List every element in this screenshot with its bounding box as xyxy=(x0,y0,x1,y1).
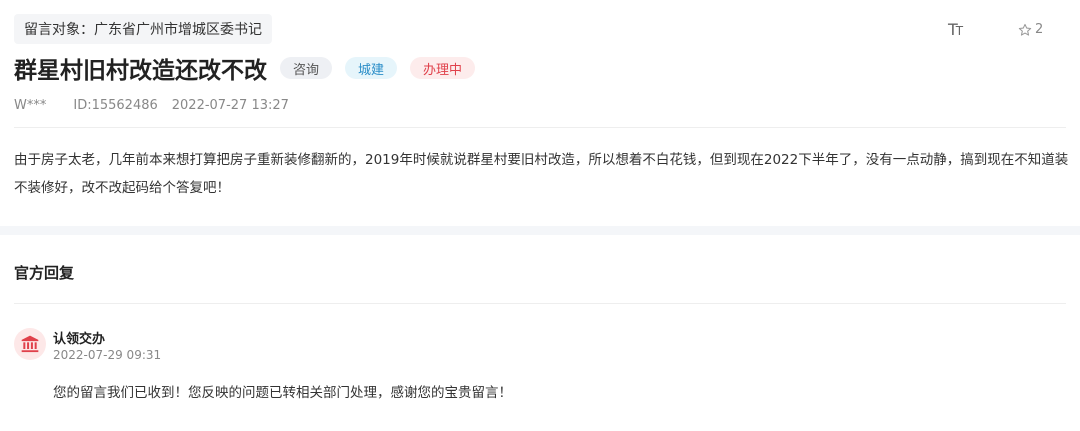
font-size-big-t: T xyxy=(948,20,958,39)
tag-urban-construction: 城建 xyxy=(345,57,398,79)
message-title: 群星村旧村改造还改不改 xyxy=(14,58,267,84)
reply-status: 认领交办 xyxy=(53,332,106,347)
tag-status-processing: 办理中 xyxy=(410,57,476,79)
star-icon xyxy=(1018,23,1032,36)
divider xyxy=(14,303,1066,304)
font-size-small-t: T xyxy=(955,24,963,38)
message-time: 2022-07-27 13:27 xyxy=(171,98,289,113)
official-reply-title: 官方回复 xyxy=(14,264,75,282)
author: W*** xyxy=(14,98,47,113)
font-size-icon[interactable]: TT xyxy=(948,20,963,39)
avatar xyxy=(14,328,46,360)
reply-text: 您的留言我们已收到！您反映的问题已转相关部门处理，感谢您的宝贵留言！ xyxy=(53,385,512,401)
government-building-icon xyxy=(21,335,39,353)
recipient-label: 留言对象：广东省广州市增城区委书记 xyxy=(14,14,272,44)
section-separator xyxy=(0,226,1080,235)
divider xyxy=(14,127,1066,128)
message-meta: W*** ID:15562486 2022-07-27 13:27 xyxy=(14,98,289,113)
reply-date: 2022-07-29 09:31 xyxy=(53,348,162,362)
title-row: 群星村旧村改造还改不改 咨询 城建 办理中 xyxy=(14,52,476,84)
message-body: 由于房子太老，几年前本来想打算把房子重新装修翻新的，2019年时候就说群星村要旧… xyxy=(14,152,1069,196)
star-count: 2 xyxy=(1035,22,1044,37)
message-id: ID:15562486 xyxy=(73,98,158,113)
star-button[interactable]: 2 xyxy=(1018,22,1043,37)
tag-consult: 咨询 xyxy=(280,57,333,79)
